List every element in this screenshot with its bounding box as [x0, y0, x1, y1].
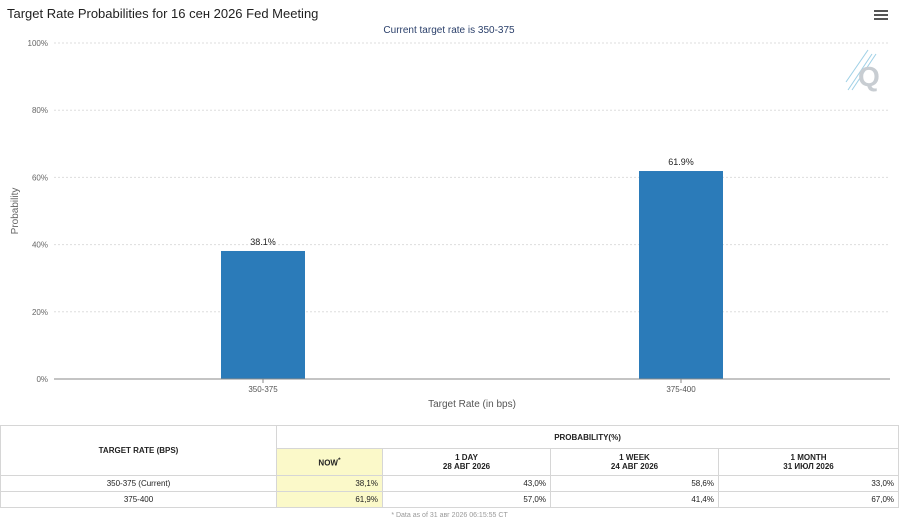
q-logo-icon: Q	[845, 49, 880, 92]
col-1day-header: 1 DAY 28 АВГ 2026	[382, 448, 551, 476]
col-1week-date: 24 АВГ 2026	[610, 462, 659, 471]
data-timestamp-note: * Data as of 31 авг 2026 06:15:55 CT	[391, 511, 508, 519]
month-value-cell: 67,0%	[717, 491, 900, 508]
probability-header: PROBABILITY(%)	[275, 425, 900, 449]
y-axis-label: Probability	[10, 188, 21, 235]
svg-text:Q: Q	[858, 61, 880, 92]
col-1week-header: 1 WEEK 24 АВГ 2026	[550, 448, 719, 476]
y-tick-label: 100%	[28, 39, 48, 48]
now-value-cell: 61,9%	[276, 491, 383, 508]
probability-table: TARGET RATE (BPS) PROBABILITY(%) NOW* 1 …	[0, 425, 900, 522]
table-row: 375-400 61,9% 57,0% 41,4% 67,0%	[0, 491, 900, 508]
day-value-cell: 57,0%	[382, 491, 551, 508]
bar-chart: Current target rate is 350-375 0% 20% 40% 6…	[10, 25, 890, 410]
col-1week-label: 1 WEEK	[619, 453, 650, 462]
month-value-cell: 33,0%	[717, 475, 900, 492]
y-tick-label: 20%	[32, 308, 48, 317]
col-1day-label: 1 DAY	[455, 453, 478, 462]
y-tick-label: 0%	[36, 375, 48, 384]
day-value-cell: 43,0%	[382, 475, 551, 492]
chart-subtitle: Current target rate is 350-375	[383, 25, 515, 36]
col-now-sup: *	[337, 457, 341, 465]
x-axis-label: Target Rate (in bps)	[428, 399, 516, 410]
x-tick-label: 350-375	[248, 385, 278, 394]
y-tick-label: 80%	[32, 106, 48, 115]
bar-series: 38.1% 61.9%	[221, 157, 723, 379]
bar	[221, 250, 305, 379]
rate-cell: 350-375 (Current)	[0, 475, 277, 492]
col-now-header: NOW*	[276, 448, 383, 476]
col-1month-header: 1 MONTH 31 ИЮЛ 2026	[717, 448, 900, 476]
target-rate-header: TARGET RATE (BPS)	[0, 425, 277, 476]
bar	[639, 171, 723, 379]
x-tick-label: 375-400	[666, 385, 696, 394]
y-axis-ticks: 0% 20% 40% 60% 80% 100%	[28, 39, 48, 384]
week-value-cell: 58,6%	[550, 475, 719, 492]
bar-data-label: 61.9%	[668, 157, 694, 167]
y-tick-label: 40%	[32, 241, 48, 250]
y-tick-label: 60%	[32, 173, 48, 182]
rate-cell: 375-400	[0, 491, 277, 508]
col-1month-date: 31 ИЮЛ 2026	[783, 462, 834, 471]
col-now-label: NOW	[318, 458, 338, 468]
bar-data-label: 38.1%	[250, 237, 276, 247]
col-1day-date: 28 АВГ 2026	[442, 462, 491, 471]
now-value-cell: 38,1%	[276, 475, 383, 492]
x-axis-ticks: 350-375 375-400	[248, 379, 696, 394]
week-value-cell: 41,4%	[550, 491, 719, 508]
table-row: 350-375 (Current) 38,1% 43,0% 58,6% 33,0…	[0, 475, 900, 492]
grid-lines	[54, 42, 890, 313]
col-1month-label: 1 MONTH	[790, 453, 827, 462]
